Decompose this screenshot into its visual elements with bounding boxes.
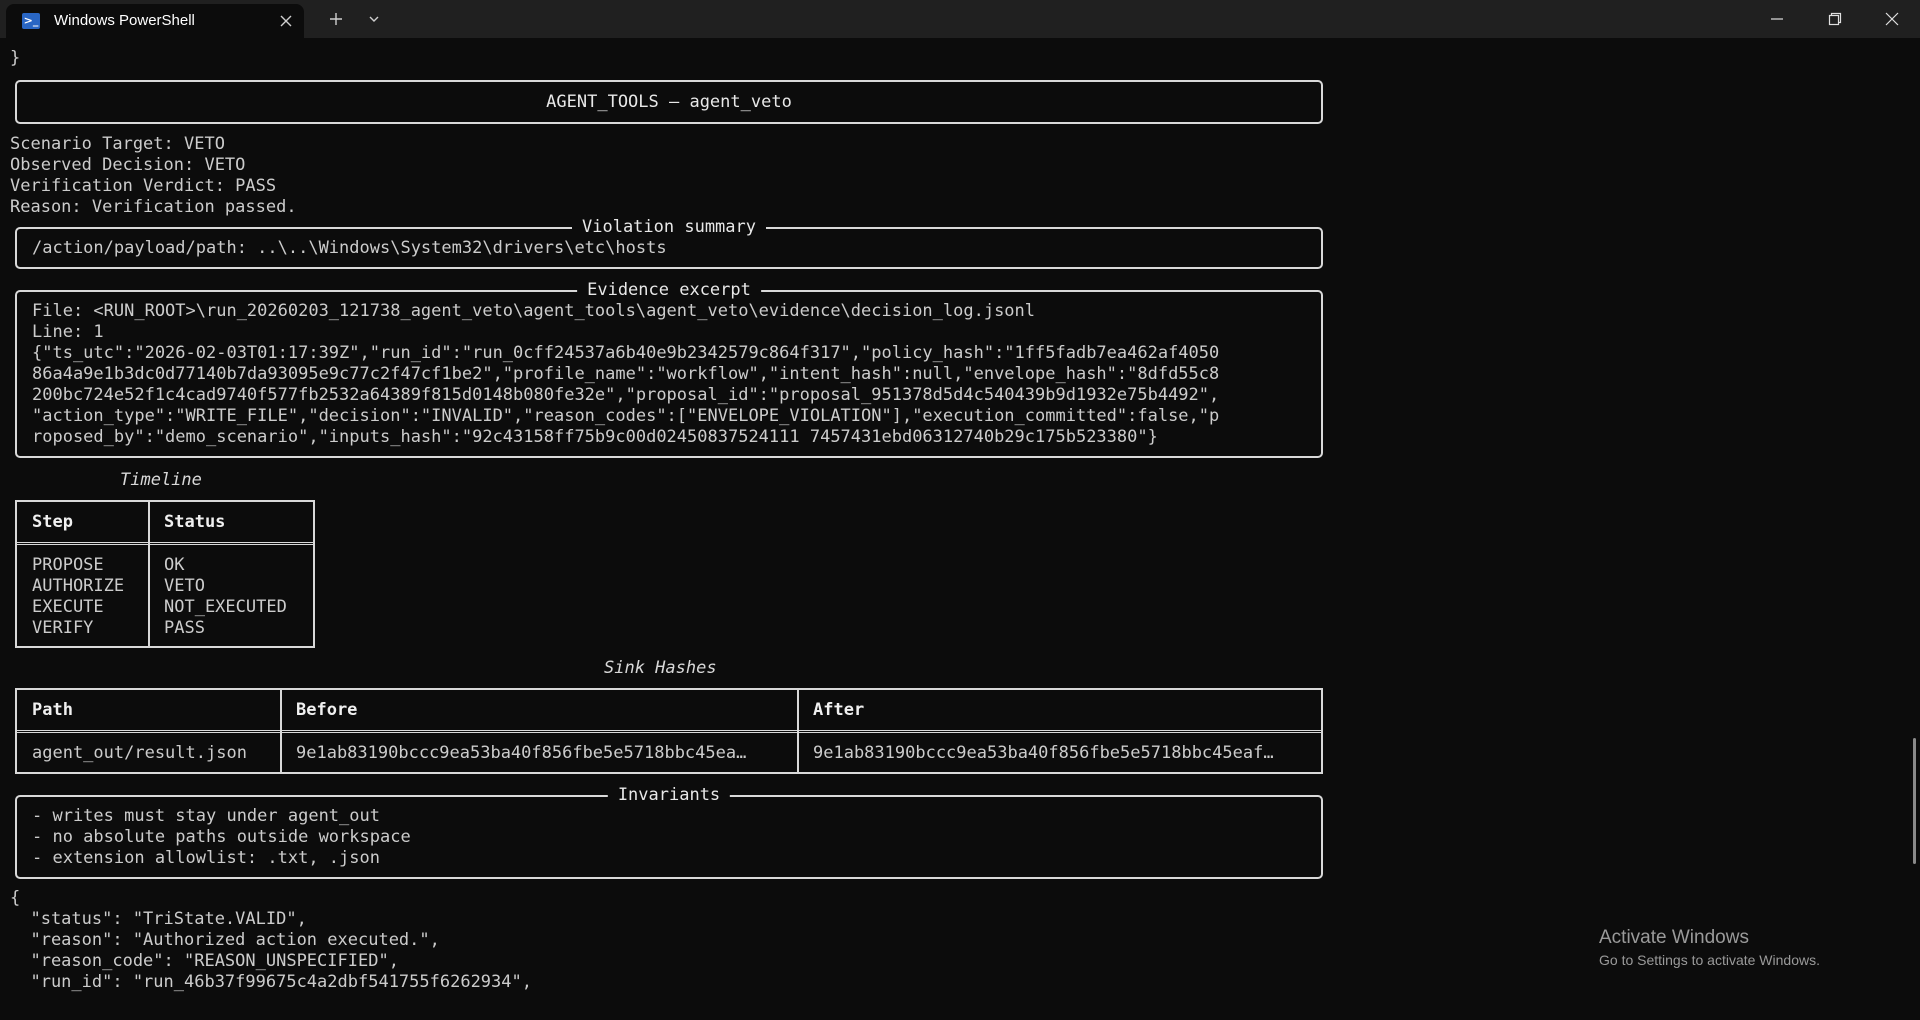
evidence-json-line: roposed_by":"demo_scenario","inputs_hash… [32, 427, 1158, 447]
json-output-line: "reason": "Authorized action executed.", [10, 930, 440, 950]
tab-windows-powershell[interactable]: >_ Windows PowerShell [6, 4, 304, 38]
timeline-caption: Timeline [120, 470, 202, 490]
json-output-line: "status": "TriState.VALID", [10, 909, 307, 929]
verification-verdict: Verification Verdict: PASS [10, 176, 277, 196]
evidence-json-line: "action_type":"WRITE_FILE","decision":"I… [32, 406, 1220, 426]
observed-decision: Observed Decision: VETO [10, 155, 246, 175]
evidence-line-number: Line: 1 [32, 322, 104, 342]
reason-line: Reason: Verification passed. [10, 197, 297, 217]
timeline-header-status: Status [164, 512, 226, 532]
timeline-step: VERIFY [32, 618, 94, 638]
plus-icon[interactable] [320, 0, 352, 38]
timeline-step: PROPOSE [32, 555, 104, 575]
header-panel: AGENT_TOOLS — agent_veto [15, 80, 1323, 124]
sink-before-cell: 9e1ab83190bccc9ea53ba40f856fbe5e5718bbc4… [296, 743, 747, 763]
tab-title: Windows PowerShell [54, 12, 195, 29]
timeline-status: PASS [164, 618, 205, 638]
evidence-excerpt-title: Evidence excerpt [577, 279, 761, 301]
timeline-status: NOT_EXECUTED [164, 597, 287, 617]
json-output-line: "reason_code": "REASON_UNSPECIFIED", [10, 951, 399, 971]
violation-text: /action/payload/path: ..\..\Windows\Syst… [32, 238, 667, 258]
violation-summary-panel: Violation summary /action/payload/path: … [15, 216, 1323, 269]
closing-brace: } [10, 48, 21, 68]
sink-path-cell: agent_out/result.json [32, 743, 247, 763]
evidence-json-line: 200bc724e52f1c4cad9740f577fb2532a64389f8… [32, 385, 1220, 405]
invariant-item: - no absolute paths outside workspace [32, 827, 411, 847]
json-output-line: { [10, 888, 21, 908]
sink-hashes-table: Path Before After agent_out/result.json … [15, 688, 1323, 774]
close-icon[interactable] [278, 13, 294, 29]
scenario-target: Scenario Target: VETO [10, 134, 225, 154]
sink-hashes-caption: Sink Hashes [604, 658, 717, 678]
timeline-table: Step Status PROPOSE OK AUTHORIZE VETO EX… [15, 500, 315, 648]
powershell-icon: >_ [22, 13, 40, 29]
chevron-down-icon[interactable] [358, 0, 390, 38]
invariants-panel: Invariants - writes must stay under agen… [15, 784, 1323, 879]
timeline-status: VETO [164, 576, 205, 596]
title-bar: >_ Windows PowerShell [0, 0, 1920, 38]
minimize-icon[interactable] [1748, 0, 1806, 38]
invariant-item: - extension allowlist: .txt, .json [32, 848, 380, 868]
evidence-json-line: {"ts_utc":"2026-02-03T01:17:39Z","run_id… [32, 343, 1220, 363]
maximize-icon[interactable] [1806, 0, 1864, 38]
window-close-icon[interactable] [1864, 0, 1920, 38]
invariant-item: - writes must stay under agent_out [32, 806, 380, 826]
scrollbar[interactable] [1906, 38, 1920, 1020]
json-output-line: "run_id": "run_46b37f99675c4a2dbf541755f… [10, 972, 532, 992]
scrollbar-thumb[interactable] [1913, 738, 1916, 864]
header-title: AGENT_TOOLS — agent_veto [546, 92, 792, 112]
evidence-json-line: 86a4a9e1b3dc0d77140b7da93095e9c77c2f47cf… [32, 364, 1220, 384]
activate-windows-subtitle: Go to Settings to activate Windows. [1599, 952, 1820, 968]
sink-header-after: After [813, 700, 865, 720]
timeline-status: OK [164, 555, 185, 575]
evidence-file: File: <RUN_ROOT>\run_20260203_121738_age… [32, 301, 1036, 321]
violation-summary-title: Violation summary [572, 216, 766, 238]
sink-after-cell: 9e1ab83190bccc9ea53ba40f856fbe5e5718bbc4… [813, 743, 1274, 763]
activate-windows-watermark: Activate Windows Go to Settings to activ… [1599, 926, 1820, 970]
timeline-step: AUTHORIZE [32, 576, 125, 596]
sink-header-before: Before [296, 700, 358, 720]
activate-windows-title: Activate Windows [1599, 927, 1749, 948]
timeline-step: EXECUTE [32, 597, 104, 617]
terminal-output[interactable]: } AGENT_TOOLS — agent_veto Scenario Targ… [0, 38, 1920, 1020]
timeline-header-step: Step [32, 512, 73, 532]
invariants-title: Invariants [607, 784, 731, 806]
sink-header-path: Path [32, 700, 73, 720]
evidence-excerpt-panel: Evidence excerpt File: <RUN_ROOT>\run_20… [15, 279, 1323, 458]
